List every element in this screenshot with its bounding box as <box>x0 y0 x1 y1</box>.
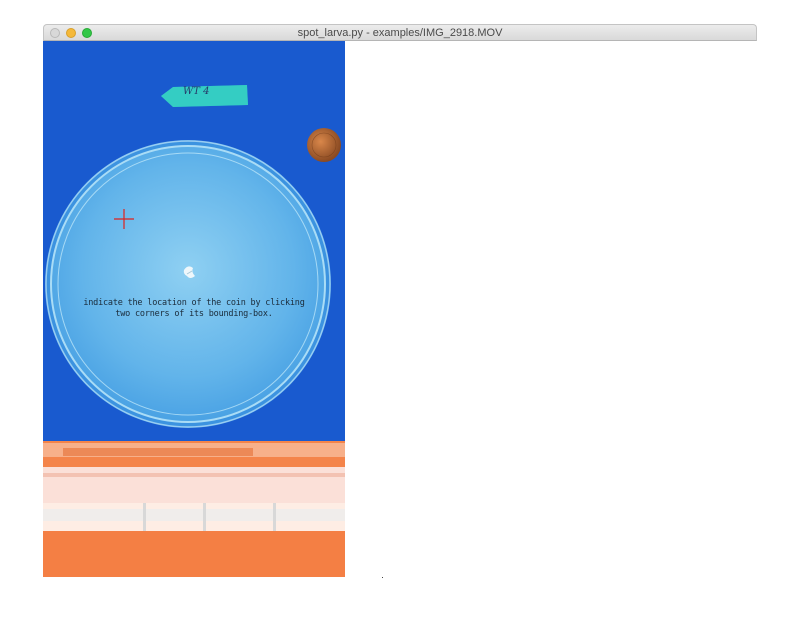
orange-tray <box>43 441 345 577</box>
title-bar[interactable]: spot_larva.py - examples/IMG_2918.MOV <box>43 24 757 41</box>
instruction-line-2: two corners of its bounding-box. <box>115 309 273 319</box>
video-frame-canvas[interactable]: WT 4 indicate the location of the coin b… <box>43 41 345 577</box>
stray-pixel <box>382 577 383 578</box>
dish-label: WT 4 <box>183 86 210 97</box>
window-title: spot_larva.py - examples/IMG_2918.MOV <box>297 27 503 39</box>
petri-dish <box>50 145 326 423</box>
instruction-line-1: indicate the location of the coin by cli… <box>83 298 305 308</box>
app-window: spot_larva.py - examples/IMG_2918.MOV WT… <box>43 24 757 578</box>
